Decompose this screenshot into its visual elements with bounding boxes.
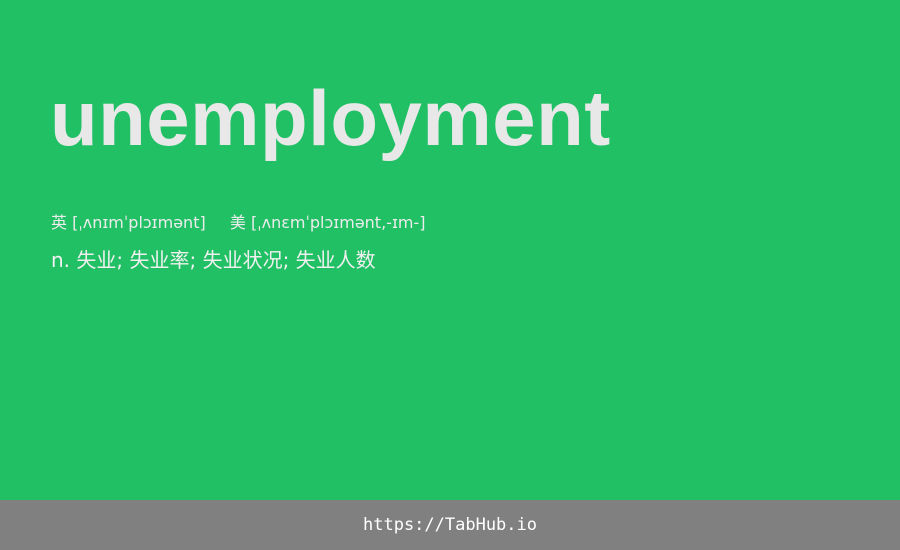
- pronunciation-line: 英 [ˌʌnɪmˈplɔɪmənt] 美 [ˌʌnɛmˈplɔɪmənt,-ɪm…: [51, 212, 425, 234]
- word-card: unemployment 英 [ˌʌnɪmˈplɔɪmənt] 美 [ˌʌnɛm…: [0, 0, 900, 500]
- uk-label: 英: [51, 213, 68, 232]
- us-label: 美: [229, 213, 246, 232]
- definition-text: n. 失业; 失业率; 失业状况; 失业人数: [51, 248, 376, 272]
- headword: unemployment: [50, 74, 611, 162]
- tabhub-link[interactable]: https://TabHub.io: [363, 515, 537, 535]
- us-phonetic: [ˌʌnɛmˈplɔɪmənt,-ɪm-]: [251, 213, 426, 232]
- footer-bar: https://TabHub.io: [0, 500, 900, 550]
- uk-phonetic: [ˌʌnɪmˈplɔɪmənt]: [72, 213, 206, 232]
